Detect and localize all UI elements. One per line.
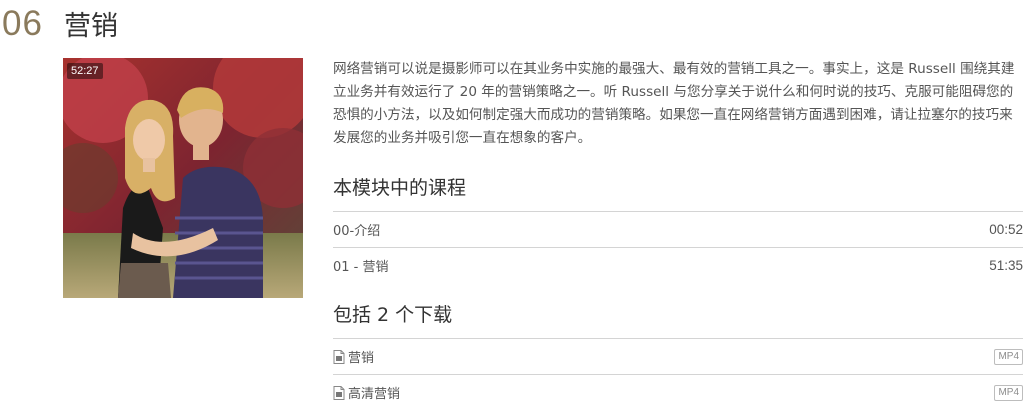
file-icon [333, 385, 345, 400]
lesson-title: 00-介绍 [333, 224, 381, 239]
file-icon [333, 349, 345, 364]
lesson-title: 01 - 营销 [333, 260, 389, 275]
download-row[interactable]: 高清营销 MP4 [333, 374, 1023, 410]
lesson-row[interactable]: 00-介绍 00:52 [333, 211, 1023, 247]
download-name: 高清营销 [348, 387, 401, 402]
format-badge: MP4 [994, 384, 1023, 401]
video-thumbnail[interactable]: 52:27 [63, 58, 303, 298]
module-number: 06 [2, 4, 43, 43]
download-row[interactable]: 营销 MP4 [333, 338, 1023, 374]
lesson-row[interactable]: 01 - 营销 51:35 [333, 247, 1023, 283]
module-title: 营销 [64, 11, 118, 42]
module-description: 网络营销可以说是摄影师可以在其业务中实施的最强大、最有效的营销工具之一。事实上，… [333, 61, 1015, 146]
download-name: 营销 [348, 351, 375, 366]
downloads-heading: 包括 2 个下载 [333, 304, 453, 326]
format-badge: MP4 [994, 348, 1023, 365]
video-duration-badge: 52:27 [67, 63, 103, 79]
couple-photo [63, 58, 303, 298]
lesson-duration: 51:35 [989, 258, 1023, 273]
lesson-duration: 00:52 [989, 222, 1023, 237]
lessons-heading: 本模块中的课程 [333, 177, 467, 199]
